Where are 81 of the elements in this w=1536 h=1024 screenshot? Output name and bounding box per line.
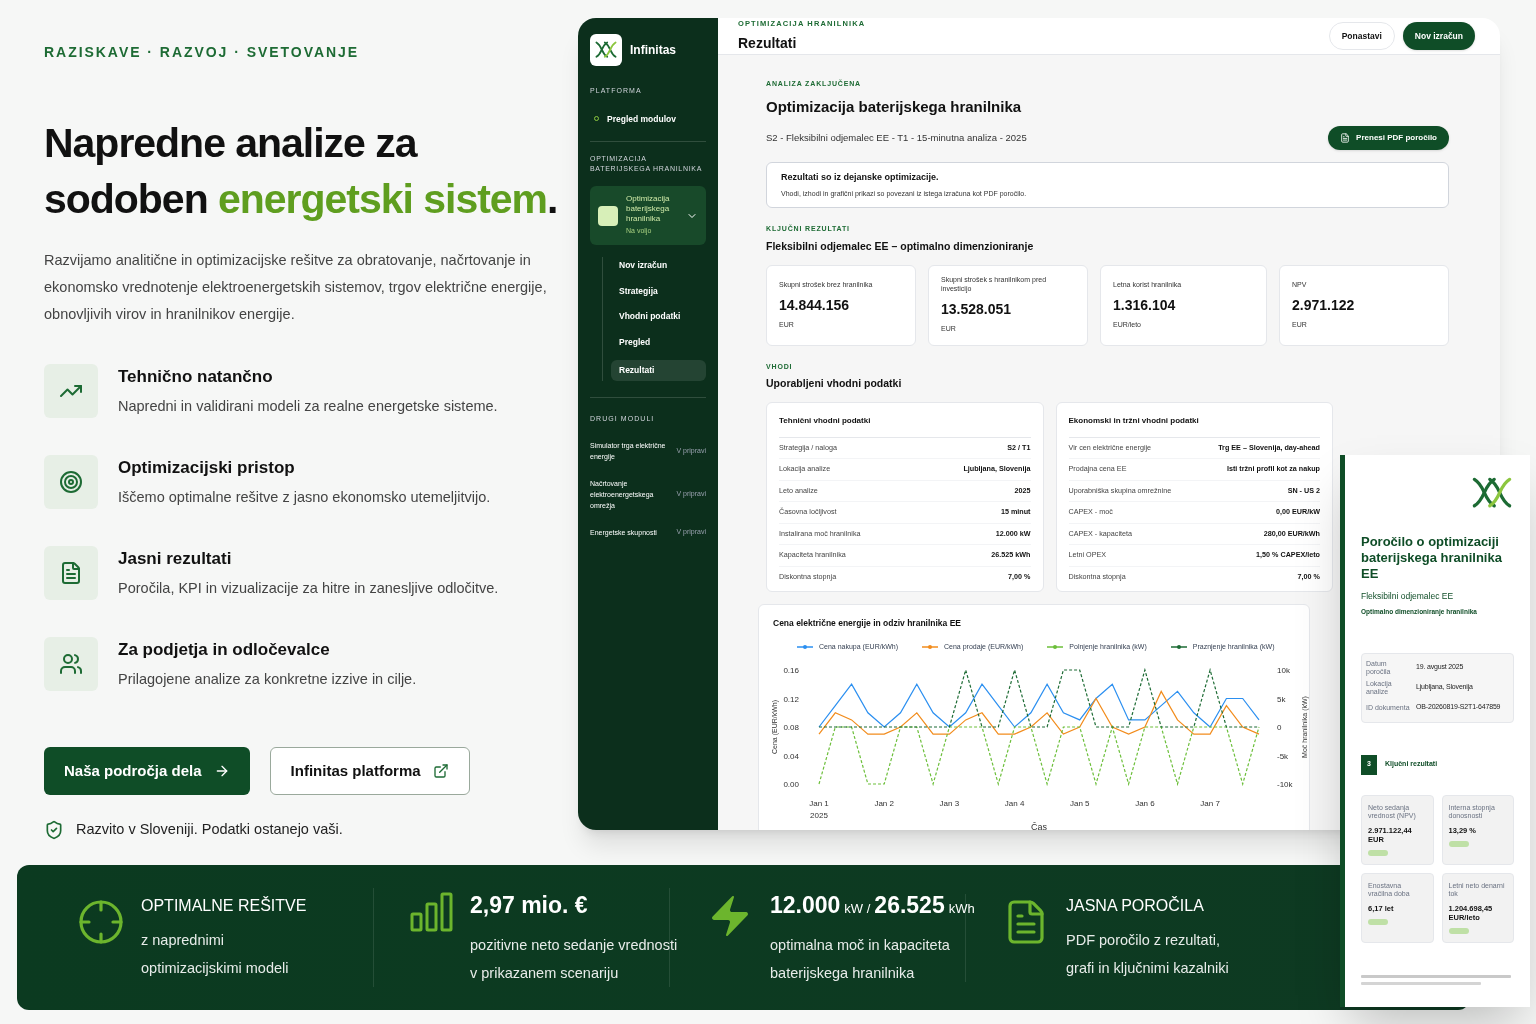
report-subtitle: Fleksibilni odjemalec EE <box>1361 590 1455 603</box>
stat-description: z naprednimi optimizacijskimi modeli <box>141 930 290 978</box>
analysis-title: Optimizacija baterijskega hranilnika <box>766 96 1023 117</box>
sidebar-step[interactable]: Strategija <box>611 282 706 300</box>
feature-text: Prilagojene analize za konkretne izzive in cilje. <box>118 669 417 689</box>
bar-chart-icon <box>410 892 454 933</box>
document-icon <box>59 561 83 585</box>
crosshair-icon <box>77 897 125 946</box>
sidebar-step[interactable]: Vhodni podatki <box>611 308 706 325</box>
feature-title: Tehnično natančno <box>118 366 274 389</box>
primary-button[interactable]: Nov izračun <box>1402 22 1475 51</box>
module-title: Optimizacija baterijskega hranilnika <box>626 194 671 225</box>
sidebar-item[interactable]: Pregled modulov <box>607 112 676 126</box>
secondary-button[interactable]: Infinitas platforma <box>269 747 470 795</box>
axis-tick-label: 0.12 <box>783 694 799 704</box>
feature-title: Za podjetja in odločevalce <box>118 639 331 662</box>
feature-text: Poročila, KPI in vizualizacije za hitre in zanesljive odločitve. <box>118 578 499 598</box>
tag-icon <box>1448 840 1469 847</box>
notice-title: Rezultati so iz dejanske optimizacije. <box>781 171 940 185</box>
axis-tick-label: 0.16 <box>783 666 799 675</box>
axis-title: Čas <box>1031 822 1047 830</box>
section-heading: Fleksibilni odjemalec EE – optimalno dimenzioniranje <box>766 238 1035 254</box>
section-heading: Uporabljeni vhodni podatki <box>766 376 903 391</box>
kpi-value: 13.528.051 <box>941 300 1013 320</box>
headline: Napredne analize za sodoben energetski sistem. <box>44 119 559 224</box>
stat-title: 2,97 mio. € <box>470 891 589 921</box>
stat-description: optimalna moč in kapaciteta baterijskega hranilnika <box>770 935 951 983</box>
axis-tick-label: -5k <box>1277 751 1289 761</box>
table-title: Tehnični vhodni podatki <box>779 414 1031 438</box>
axis-tick-label: 0 <box>1277 723 1282 732</box>
tag-icon <box>1448 927 1469 934</box>
stat-description: pozitivne neto sedanje vrednosti v prikazanem scenariju <box>470 935 678 983</box>
feature-text: Napredni in validirani modeli za realne energetske sisteme. <box>118 396 498 416</box>
page-title: Rezultati <box>738 34 798 54</box>
axis-tick-label: 5k <box>1277 694 1286 704</box>
stat-title: JASNA POROČILA <box>1066 895 1205 916</box>
axis-tick-label: Jan 3 <box>939 799 960 808</box>
stat-title: OPTIMALNE REŠITVE <box>141 895 307 916</box>
sidebar-step[interactable]: Nov izračun <box>611 256 706 274</box>
axis-tick-label: 0.08 <box>783 723 799 732</box>
kpi-value: 14.844.156 <box>779 295 851 315</box>
axis-tick-label: 10k <box>1277 666 1290 675</box>
axis-tick-label: Jan 1 <box>809 799 829 808</box>
feature-title: Jasni rezultati <box>118 548 233 571</box>
table-title: Ekonomski in tržni vhodni podatki <box>1068 414 1320 438</box>
axis-tick-label: Jan 4 <box>1004 799 1025 808</box>
target-icon <box>59 470 83 494</box>
feature-title: Optimizacijski pristop <box>118 457 296 480</box>
tag-icon <box>1368 918 1388 925</box>
kpi-value: 2.971.122 <box>1292 295 1356 315</box>
axis-tick-label: Jan 2 <box>874 799 894 808</box>
external-link-icon <box>432 763 449 779</box>
brand-name: Infinitas <box>630 42 676 59</box>
document-icon <box>1340 133 1351 144</box>
note-text: Razvito v Sloveniji. Podatki ostanejo vaši. <box>76 820 343 839</box>
tag-icon <box>1368 849 1388 856</box>
axis-tick-label: 0.04 <box>783 751 799 761</box>
secondary-button[interactable]: Ponastavi <box>1328 22 1395 51</box>
kpi-value: 1.316.104 <box>1113 295 1177 315</box>
users-icon <box>59 652 83 676</box>
shield-check-icon <box>44 819 64 840</box>
axis-tick-label: Jan 6 <box>1135 799 1155 808</box>
logo-icon <box>594 40 618 60</box>
feature-text: Iščemo optimalne rešitve z jasno ekonomsko utemeljitvijo. <box>118 487 491 507</box>
download-pdf-button[interactable]: Prenesi PDF poročilo <box>1328 126 1449 151</box>
sidebar-step[interactable]: Pregled <box>611 334 706 351</box>
primary-button[interactable]: Naša področja dela <box>44 747 250 795</box>
axis-tick-label: Jan 7 <box>1200 799 1220 808</box>
chart-title: Cena električne energije in odziv hranilnika EE <box>772 616 962 630</box>
intro-paragraph: Razvijamo analitične in optimizacijske rešitve za obratovanje, načrtovanje in ekonomsko vrednotenje elektroenergetskih sistemov, trgov električne energije, obnovljivih virov in hranilnikov energije. <box>44 251 548 324</box>
axis-tick-label: -10k <box>1277 780 1293 789</box>
axis-tick-label: Jan 5 <box>1069 799 1090 808</box>
eyebrow-label: RAZISKAVE · RAZVOJ · SVETOVANJE <box>44 43 361 62</box>
axis-sub-label: 2025 <box>810 811 828 820</box>
axis-tick-label: 0.00 <box>783 780 799 789</box>
stat-description: PDF poročilo z rezultati, grafi in ključnimi kazalniki <box>1066 930 1229 978</box>
report-title: Poročilo o optimizaciji baterijskega hranilnika EE <box>1361 534 1503 583</box>
stat-title: 12.000 kW / 26.525 kWh <box>770 891 976 921</box>
sidebar-step[interactable]: Rezultati <box>611 359 706 381</box>
analysis-subtitle: S2 - Fleksibilni odjemalec EE - T1 - 15-minutna analiza - 2025 <box>766 131 1027 146</box>
module-icon <box>598 205 618 226</box>
